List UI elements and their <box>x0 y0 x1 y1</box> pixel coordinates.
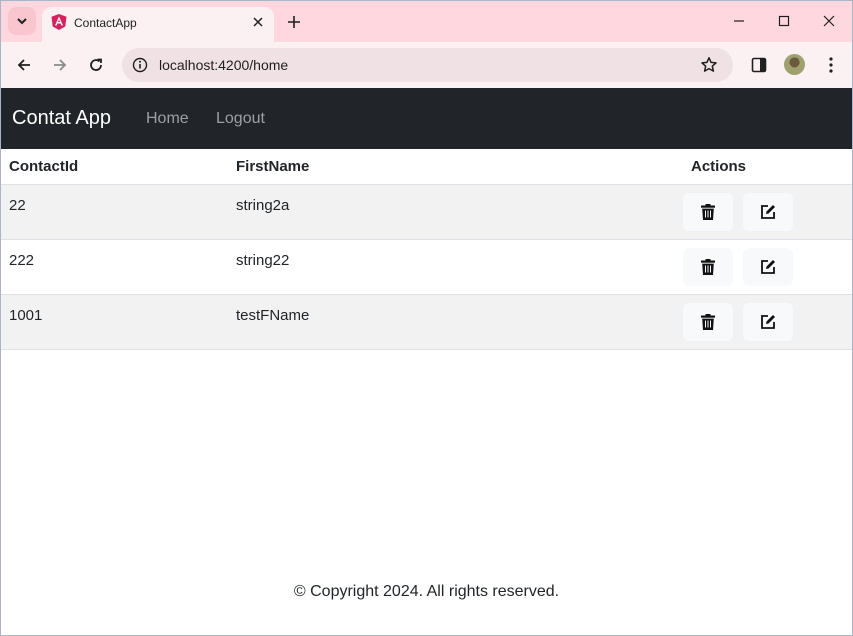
actions-cell <box>585 294 852 350</box>
first-name-cell: testFName <box>228 294 585 350</box>
delete-button[interactable] <box>683 192 733 231</box>
more-vert-icon <box>829 57 833 73</box>
edit-button[interactable] <box>743 192 793 231</box>
back-button[interactable] <box>10 51 38 79</box>
star-icon <box>701 57 717 72</box>
page-footer: © Copyright 2024. All rights reserved. <box>293 583 560 600</box>
edit-button[interactable] <box>743 302 793 341</box>
app-brand[interactable]: Contat App <box>12 107 111 130</box>
delete-button[interactable] <box>683 302 733 341</box>
nav-link-home[interactable]: Home <box>146 110 189 128</box>
browser-toolbar: localhost:4200/home <box>1 42 852 88</box>
tab-close-button[interactable] <box>250 14 266 30</box>
edit-icon <box>761 204 775 219</box>
contact-id-cell: 222 <box>1 239 228 295</box>
profile-avatar[interactable] <box>784 54 805 75</box>
window-close-button[interactable] <box>807 6 851 36</box>
plus-icon <box>288 16 300 28</box>
delete-button[interactable] <box>683 247 733 286</box>
arrow-left-icon <box>17 59 30 71</box>
site-info-button[interactable] <box>130 55 150 75</box>
contact-id-cell: 1001 <box>1 294 228 350</box>
first-name-cell: string2a <box>228 184 585 240</box>
table-header-row: ContactId FirstName Actions <box>1 149 852 185</box>
tab-title: ContactApp <box>74 16 137 30</box>
minimize-icon <box>734 20 744 22</box>
tab-strip: ContactApp <box>1 1 852 42</box>
column-header-contactid: ContactId <box>1 149 228 185</box>
reload-button[interactable] <box>82 51 110 79</box>
trash-icon <box>701 313 715 330</box>
table-row: 1001 testFName <box>1 294 852 350</box>
url-text: localhost:4200/home <box>159 57 289 73</box>
close-icon <box>253 17 263 27</box>
column-header-firstname: FirstName <box>228 149 585 185</box>
actions-cell <box>585 184 852 240</box>
address-bar[interactable]: localhost:4200/home <box>122 48 733 82</box>
chevron-down-icon <box>17 18 27 25</box>
new-tab-button[interactable] <box>282 10 306 34</box>
bookmark-button[interactable] <box>699 55 719 75</box>
maximize-button[interactable] <box>762 6 806 36</box>
info-icon <box>132 57 148 73</box>
actions-cell <box>585 239 852 295</box>
forward-button[interactable] <box>46 51 74 79</box>
trash-icon <box>701 258 715 275</box>
app-navbar: Contat App Home Logout <box>1 88 852 149</box>
tab-search-button[interactable] <box>8 7 36 35</box>
side-panel-icon <box>751 57 767 73</box>
first-name-cell: string22 <box>228 239 585 295</box>
maximize-icon <box>778 15 790 27</box>
edit-icon <box>761 314 775 329</box>
browser-window: ContactApp localhost:4200/home Contat Ap… <box>0 0 853 636</box>
table-row: 222 string22 <box>1 239 852 295</box>
angular-logo-icon <box>51 14 67 30</box>
browser-menu-button[interactable] <box>819 53 843 77</box>
column-header-actions: Actions <box>585 149 852 185</box>
edit-icon <box>761 259 775 274</box>
contact-id-cell: 22 <box>1 184 228 240</box>
contacts-table: ContactId FirstName Actions 22 string2a <box>1 149 852 350</box>
close-icon <box>823 15 835 27</box>
nav-link-logout[interactable]: Logout <box>216 110 265 128</box>
reload-icon <box>90 58 102 71</box>
browser-tab[interactable]: ContactApp <box>42 7 274 42</box>
table-row: 22 string2a <box>1 184 852 240</box>
minimize-button[interactable] <box>717 6 761 36</box>
side-panel-button[interactable] <box>747 53 771 77</box>
trash-icon <box>701 203 715 220</box>
edit-button[interactable] <box>743 247 793 286</box>
arrow-right-icon <box>54 59 67 71</box>
